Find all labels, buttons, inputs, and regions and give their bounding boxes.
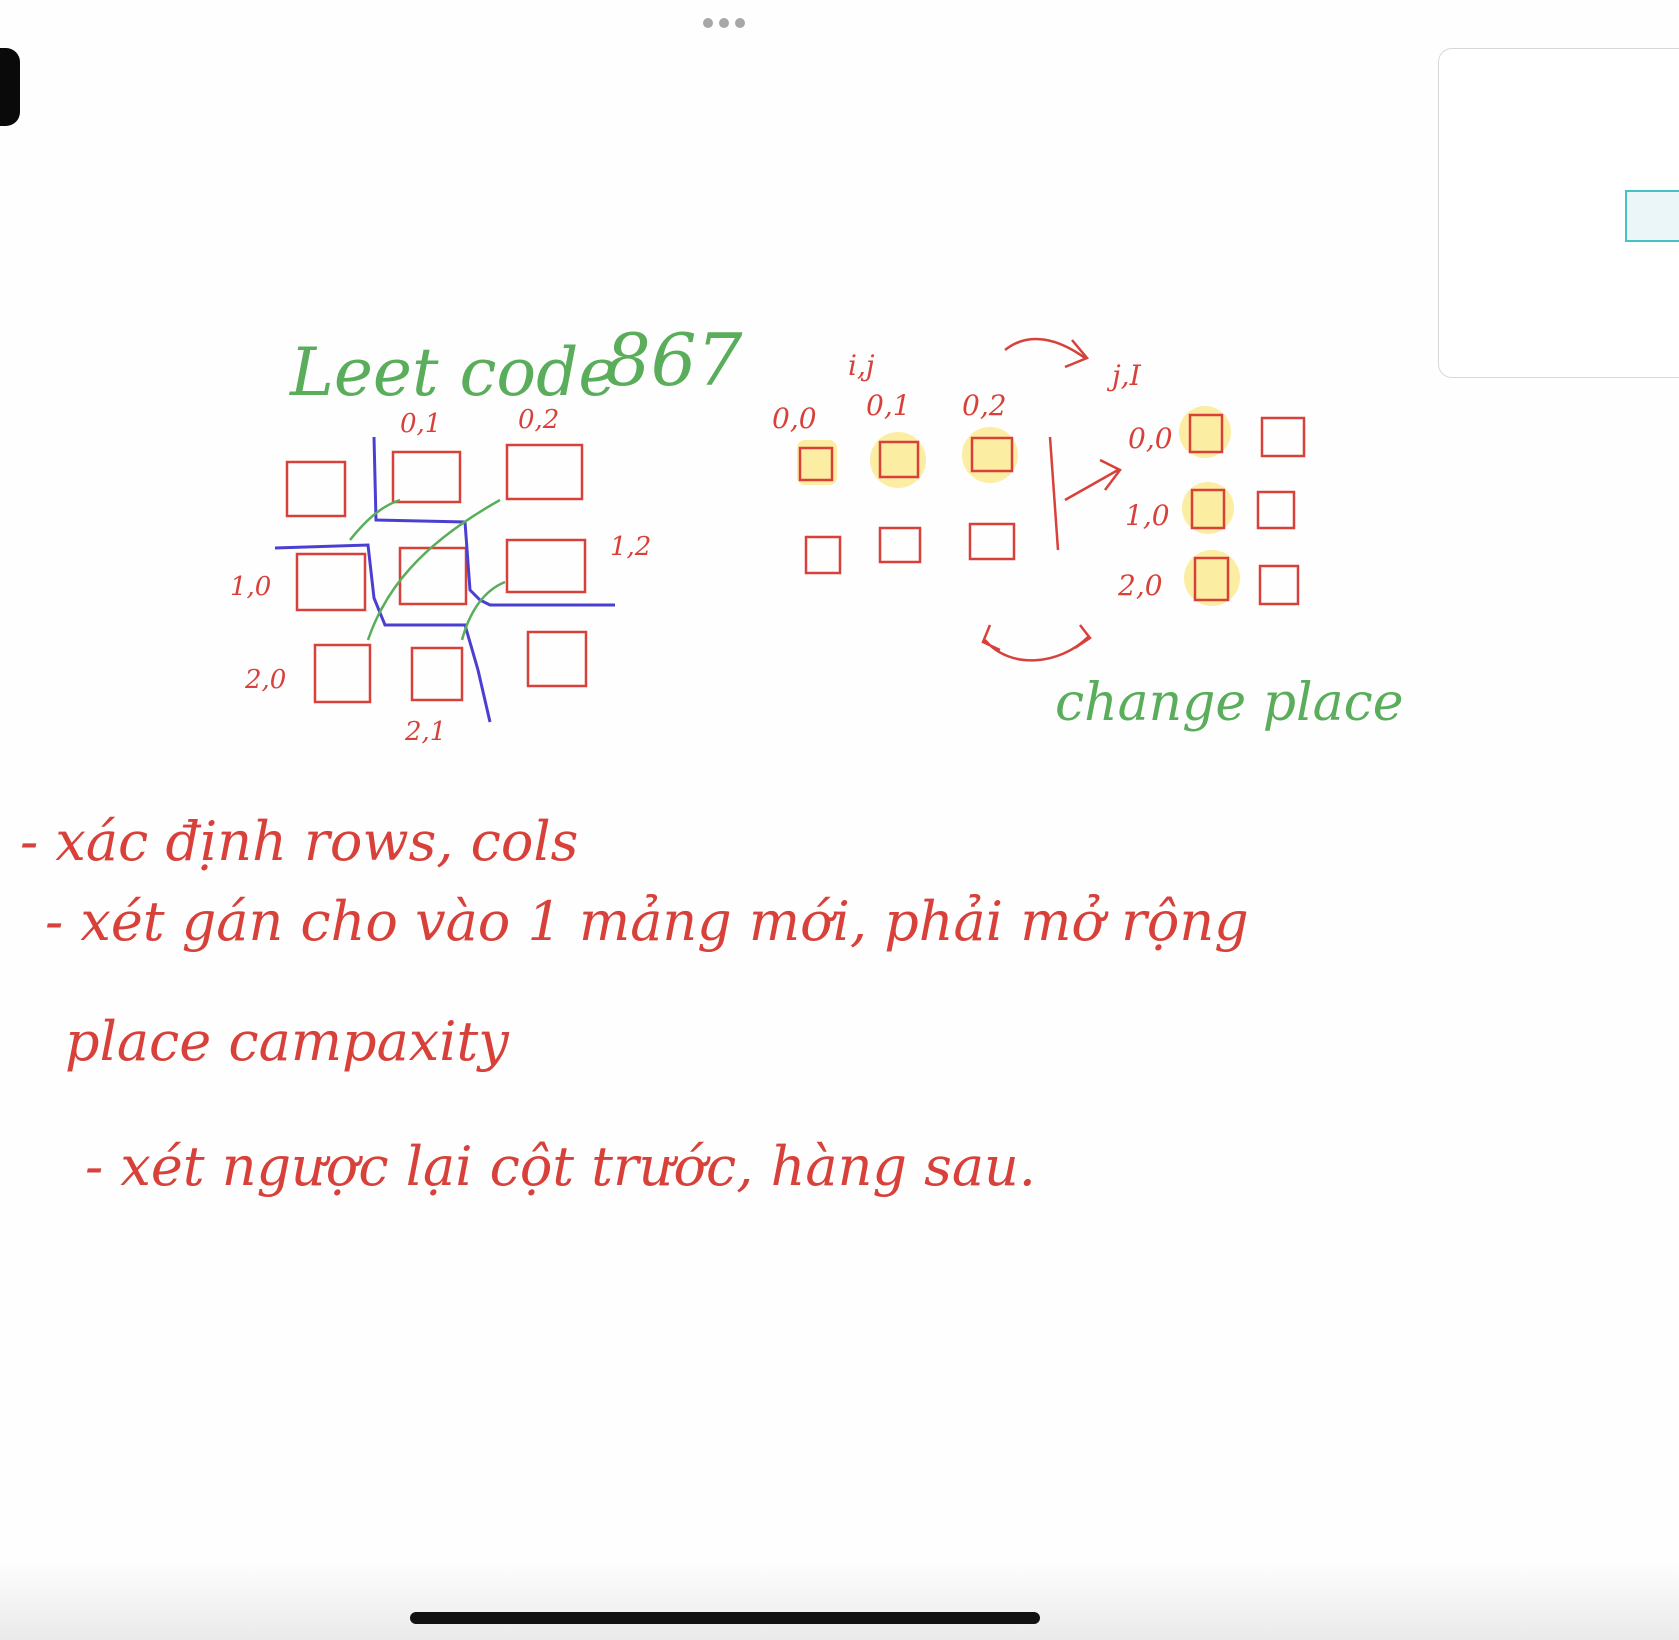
label-right-0: 0,0 [1128,422,1173,455]
label-0-2: 0,2 [518,405,559,435]
note-1: - xác định rows, cols [20,810,578,873]
label-1-2: 1,2 [610,532,651,562]
label-2-1: 2,1 [404,717,446,747]
label-ij: i,j [848,349,875,382]
label-right-2: 2,0 [1117,569,1163,602]
cell-0-0 [285,460,347,518]
label-ji: j,I [1106,359,1142,392]
note-2: - xét gán cho vào 1 mảng mới, phải mở rộ… [45,890,1249,953]
cell-0-2 [505,443,584,501]
label-top-2: 0,2 [962,389,1007,422]
title-leetcode: Leet code [289,334,617,411]
label-2-0: 2,0 [244,665,286,695]
note-3: place campaxity [65,1010,510,1073]
label-top-0: 0,0 [772,402,817,435]
cell-2-0 [313,643,372,704]
navigator-viewport[interactable] [1625,190,1679,242]
home-indicator[interactable] [410,1612,1040,1624]
label-1-0: 1,0 [230,572,271,602]
label-top-1: 0,1 [866,389,911,422]
cell-0-1 [391,450,462,504]
label-right-1: 1,0 [1125,499,1170,532]
diagonal-separator [274,436,615,723]
title-number: 867 [605,318,743,402]
cell-1-0 [295,552,367,612]
bottom-fade [0,1560,1679,1640]
cell-2-2 [526,630,588,688]
highlight-marks [797,406,1240,606]
transpose-arrows [981,337,1122,662]
label-0-1: 0,1 [400,409,441,439]
change-place-label: change place [1055,673,1404,733]
note-4: - xét ngược lại cột trước, hàng sau. [85,1135,1036,1198]
matrix-grid [285,443,588,704]
cell-1-2 [505,538,587,594]
drawing-canvas[interactable]: Leet code 867 0,1 0,2 1,0 1,2 2,0 2,1 i,… [0,0,1679,1640]
cell-1-1 [398,546,468,606]
cell-2-1 [410,646,464,702]
